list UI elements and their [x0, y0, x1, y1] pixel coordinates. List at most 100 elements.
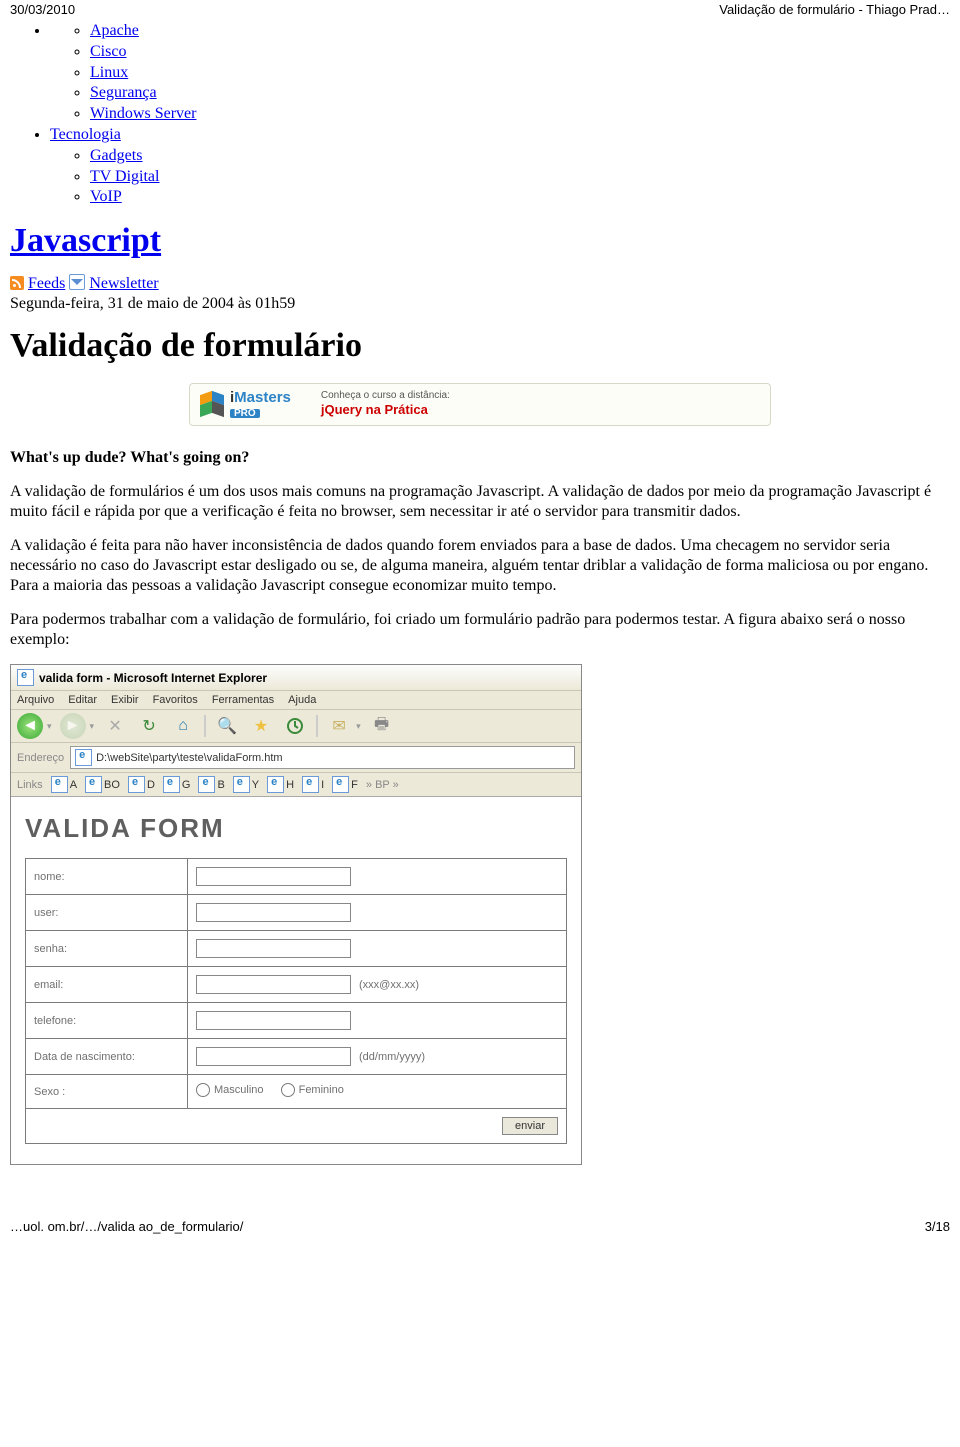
refresh-icon[interactable]: ↻: [136, 713, 162, 739]
link-a[interactable]: A: [51, 776, 77, 793]
input-nascimento[interactable]: [196, 1047, 351, 1066]
link-g[interactable]: G: [163, 776, 191, 793]
nav-cisco[interactable]: Cisco: [90, 43, 126, 60]
print-date: 30/03/2010: [10, 2, 75, 17]
row-email: email: (xxx@xx.xx): [26, 967, 567, 1003]
browser-toolbar: ◄ ▾ ► ▾ ✕ ↻ ⌂ 🔍 ★ ✉ ▾ 🖶: [11, 710, 581, 743]
links-overflow[interactable]: » BP »: [366, 779, 399, 791]
link-i[interactable]: I: [302, 776, 324, 793]
menu-arquivo[interactable]: Arquivo: [17, 694, 54, 706]
history-icon[interactable]: [282, 713, 308, 739]
menu-ferramentas[interactable]: Ferramentas: [212, 694, 274, 706]
paragraph-3: A validação é feita para não haver incon…: [10, 536, 950, 596]
label-telefone: telefone:: [26, 1003, 188, 1039]
browser-links-bar: Links A BO D G B Y H I F » BP »: [11, 773, 581, 797]
stop-icon[interactable]: ✕: [102, 713, 128, 739]
category-heading: Javascript: [10, 222, 950, 260]
newsletter-icon: [69, 274, 85, 290]
fwd-dropdown-icon[interactable]: ▾: [90, 721, 95, 732]
article-body: What's up dude? What's going on? A valid…: [10, 448, 950, 650]
nav-sublist-tecnologia: Gadgets TV Digital VoIP: [50, 146, 950, 208]
links-label: Links: [17, 779, 43, 791]
menu-favoritos[interactable]: Favoritos: [153, 694, 198, 706]
link-f[interactable]: F: [332, 776, 358, 793]
mail-icon[interactable]: ✉: [326, 713, 352, 739]
link-d[interactable]: D: [128, 776, 155, 793]
menu-ajuda[interactable]: Ajuda: [288, 694, 316, 706]
row-telefone: telefone:: [26, 1003, 567, 1039]
form-table: nome: user: senha: email: (xxx@xx.xx) te…: [25, 858, 567, 1144]
submit-button[interactable]: enviar: [502, 1117, 558, 1135]
category-link[interactable]: Javascript: [10, 222, 161, 259]
address-value: D:\webSite\party\teste\validaForm.htm: [96, 752, 282, 764]
browser-titlebar: valida form - Microsoft Internet Explore…: [11, 665, 581, 691]
link-bo[interactable]: BO: [85, 776, 120, 793]
label-nome: nome:: [26, 859, 188, 895]
browser-content: VALIDA FORM nome: user: senha: email: (x…: [11, 797, 581, 1164]
link-b[interactable]: B: [198, 776, 224, 793]
intro-bold: What's up dude? What's going on?: [10, 449, 249, 466]
promo-link[interactable]: jQuery na Prática: [321, 402, 428, 417]
newsletter-link[interactable]: Newsletter: [89, 275, 158, 292]
nav-gadgets[interactable]: Gadgets: [90, 147, 142, 164]
radio-masculino[interactable]: Masculino: [196, 1083, 264, 1097]
input-telefone[interactable]: [196, 1011, 351, 1030]
rss-icon: [10, 276, 24, 290]
mail-dropdown-icon[interactable]: ▾: [356, 721, 361, 732]
nav-sublist-servers: Apache Cisco Linux Segurança Windows Ser…: [50, 21, 950, 125]
search-icon[interactable]: 🔍: [214, 713, 240, 739]
row-nome: nome:: [26, 859, 567, 895]
row-user: user:: [26, 895, 567, 931]
promo-label: Conheça o curso a distância:: [321, 390, 450, 401]
nav-voip[interactable]: VoIP: [90, 188, 122, 205]
form-title: VALIDA FORM: [25, 813, 567, 844]
label-nascimento: Data de nascimento:: [26, 1039, 188, 1075]
label-senha: senha:: [26, 931, 188, 967]
browser-window-title: valida form - Microsoft Internet Explore…: [39, 671, 267, 685]
nav-linux[interactable]: Linux: [90, 64, 128, 81]
browser-menubar: Arquivo Editar Exibir Favoritos Ferramen…: [11, 691, 581, 710]
nav-list: Apache Cisco Linux Segurança Windows Ser…: [10, 21, 950, 208]
menu-exibir[interactable]: Exibir: [111, 694, 139, 706]
footer-url: …uol. om.br/…/valida ao_de_formulario/: [10, 1219, 243, 1234]
browser-address-bar: Endereço D:\webSite\party\teste\validaFo…: [11, 743, 581, 773]
favorites-icon[interactable]: ★: [248, 713, 274, 739]
feeds-link[interactable]: Feeds: [28, 275, 65, 292]
input-senha[interactable]: [196, 939, 351, 958]
row-nascimento: Data de nascimento: (dd/mm/yyyy): [26, 1039, 567, 1075]
print-icon[interactable]: 🖶: [369, 713, 395, 739]
hint-email: (xxx@xx.xx): [359, 979, 419, 991]
back-dropdown-icon[interactable]: ▾: [47, 721, 52, 732]
nav-tecnologia[interactable]: Tecnologia: [50, 126, 121, 143]
input-email[interactable]: [196, 975, 351, 994]
feed-row: Feeds Newsletter: [10, 274, 950, 293]
row-senha: senha:: [26, 931, 567, 967]
nav-tvdigital[interactable]: TV Digital: [90, 168, 159, 185]
footer-page: 3/18: [925, 1219, 950, 1234]
promo-box[interactable]: iMasters PRO Conheça o curso a distância…: [189, 383, 771, 426]
hint-nascimento: (dd/mm/yyyy): [359, 1051, 425, 1063]
input-nome[interactable]: [196, 867, 351, 886]
browser-screenshot: valida form - Microsoft Internet Explore…: [10, 664, 582, 1165]
input-user[interactable]: [196, 903, 351, 922]
radio-feminino[interactable]: Feminino: [281, 1083, 344, 1097]
forward-icon[interactable]: ►: [60, 713, 86, 739]
article-title: Validação de formulário: [10, 327, 950, 365]
nav-seguranca[interactable]: Segurança: [90, 84, 157, 101]
nav-windows-server[interactable]: Windows Server: [90, 105, 196, 122]
paragraph-2: A validação de formulários é um dos usos…: [10, 482, 950, 522]
menu-editar[interactable]: Editar: [68, 694, 97, 706]
home-icon[interactable]: ⌂: [170, 713, 196, 739]
address-page-icon: [75, 749, 92, 766]
print-title: Validação de formulário - Thiago Prad…: [719, 2, 950, 17]
address-input[interactable]: D:\webSite\party\teste\validaForm.htm: [70, 746, 575, 769]
label-user: user:: [26, 895, 188, 931]
link-h[interactable]: H: [267, 776, 294, 793]
link-y[interactable]: Y: [233, 776, 259, 793]
back-icon[interactable]: ◄: [17, 713, 43, 739]
paragraph-4: Para podermos trabalhar com a validação …: [10, 610, 950, 650]
ie-page-icon: [17, 669, 34, 686]
nav-apache[interactable]: Apache: [90, 22, 139, 39]
label-sexo: Sexo :: [26, 1075, 188, 1109]
print-footer: …uol. om.br/…/valida ao_de_formulario/ 3…: [10, 1217, 950, 1240]
